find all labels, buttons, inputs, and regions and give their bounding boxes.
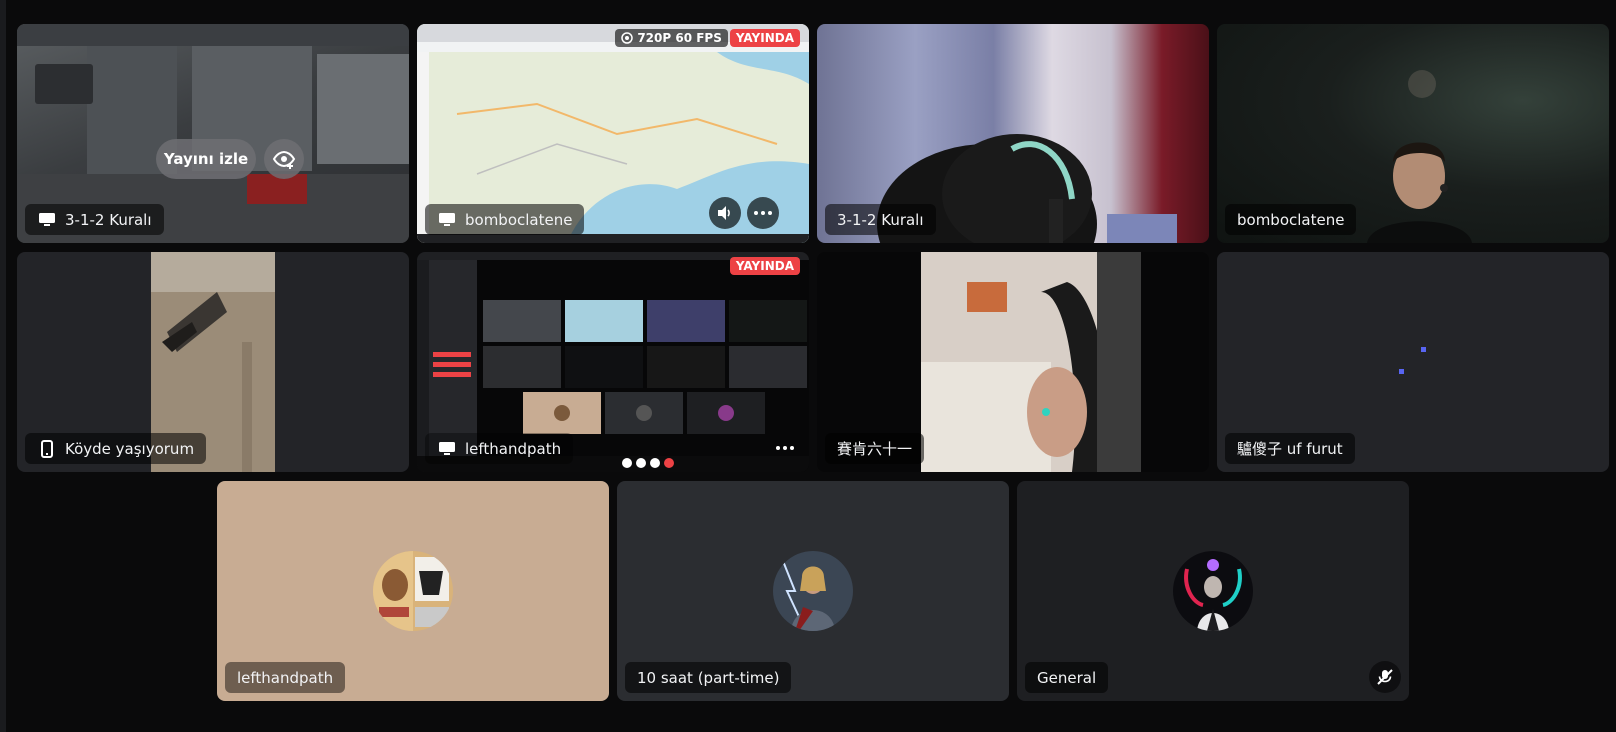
- participant-label: 賽肯六十一: [825, 433, 925, 464]
- screen-tile-uf-furut[interactable]: 驢傻子 uf furut: [1217, 252, 1609, 472]
- stream-badges: YAYINDA: [729, 257, 800, 275]
- window-edge: [0, 0, 6, 732]
- eye-plus-icon[interactable]: [264, 139, 304, 179]
- mic-muted-icon: [1369, 661, 1401, 693]
- camera-tile-koyde-yasiyorum[interactable]: Köyde yaşıyorum: [17, 252, 409, 472]
- participant-label: bomboclatene: [1225, 204, 1357, 235]
- participant-name: bomboclatene: [1237, 210, 1345, 229]
- monitor-icon: [37, 210, 57, 230]
- participant-name: 3-1-2 Kuralı: [837, 210, 924, 229]
- participant-name: General: [1037, 668, 1097, 687]
- participant-name: lefthandpath: [465, 439, 562, 458]
- participant-name: bomboclatene: [465, 210, 573, 229]
- stream-tile-lefthandpath[interactable]: YAYINDA lefthandpath: [417, 252, 809, 472]
- cursor-dot: [1399, 369, 1404, 374]
- more-icon[interactable]: [776, 446, 794, 450]
- participant-name: 賽肯六十一: [837, 440, 913, 458]
- volume-icon[interactable]: [709, 197, 741, 229]
- participant-name: 驢傻子 uf furut: [1237, 440, 1343, 458]
- avatar-tile-lefthandpath[interactable]: lefthandpath: [217, 481, 609, 701]
- avatar-tile-general[interactable]: General: [1017, 481, 1409, 701]
- participant-label: bomboclatene: [425, 204, 585, 235]
- phone-icon: [37, 439, 57, 459]
- avatar: [773, 551, 853, 631]
- monitor-icon: [437, 439, 457, 459]
- participant-label: 驢傻子 uf furut: [1225, 433, 1355, 464]
- participant-label: lefthandpath: [225, 662, 346, 693]
- camera-tile-3-1-2-kurali[interactable]: 3-1-2 Kuralı: [817, 24, 1209, 243]
- live-badge: YAYINDA: [729, 29, 800, 47]
- avatar: [373, 551, 453, 631]
- avatar-tile-10-saat[interactable]: 10 saat (part-time): [617, 481, 1009, 701]
- stream-badges: 720P 60 FPS YAYINDA: [615, 29, 800, 47]
- more-options-button[interactable]: [747, 197, 779, 229]
- participant-name: lefthandpath: [237, 668, 334, 687]
- cursor-dot: [1421, 347, 1426, 352]
- stream-quality-badge: 720P 60 FPS: [615, 29, 728, 47]
- participant-label: 10 saat (part-time): [625, 662, 792, 693]
- participant-name: 10 saat (part-time): [637, 668, 780, 687]
- participant-label: General: [1025, 662, 1109, 693]
- avatar: [1173, 551, 1253, 631]
- participant-name: 3-1-2 Kuralı: [65, 210, 152, 229]
- camera-tile-participant-61[interactable]: 賽肯六十一: [817, 252, 1209, 472]
- more-icon: [754, 211, 772, 215]
- participant-name: Köyde yaşıyorum: [65, 439, 195, 458]
- camera-tile-bomboclatene[interactable]: bomboclatene: [1217, 24, 1609, 243]
- live-badge: YAYINDA: [729, 257, 800, 275]
- participant-label: 3-1-2 Kuralı: [25, 204, 164, 235]
- stream-quality-text: 720P 60 FPS: [637, 31, 722, 45]
- participant-label: 3-1-2 Kuralı: [825, 204, 936, 235]
- participant-label: Köyde yaşıyorum: [25, 433, 207, 464]
- monitor-icon: [437, 210, 457, 230]
- participant-label: lefthandpath: [425, 433, 574, 464]
- stream-tile-bomboclatene[interactable]: 720P 60 FPS YAYINDA bomboclatene: [417, 24, 809, 243]
- watch-stream-button[interactable]: Yayını izle: [156, 139, 256, 179]
- stream-tile-3-1-2-kurali[interactable]: Yayını izle 3-1-2 Kuralı: [17, 24, 409, 243]
- quality-icon: [621, 32, 634, 44]
